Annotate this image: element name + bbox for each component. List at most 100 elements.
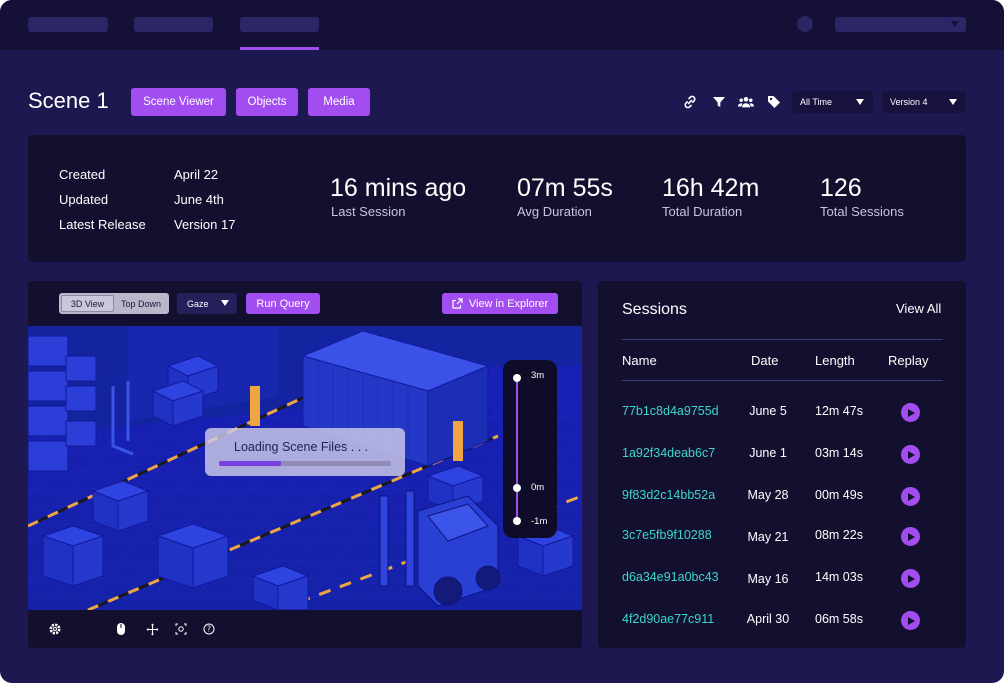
- stat-total-sessions-label: Total Sessions: [820, 204, 904, 219]
- table-row: 77b1c8d4a9755d June 5 12m 47s: [598, 403, 966, 424]
- session-id-link[interactable]: 9f83d2c14bb52a: [622, 488, 715, 502]
- stat-last-session-label: Last Session: [331, 204, 406, 219]
- mouse-icon[interactable]: [114, 622, 128, 636]
- play-icon[interactable]: [901, 527, 920, 546]
- stat-total-sessions-value: 126: [820, 174, 862, 202]
- svg-text:?: ?: [207, 625, 211, 634]
- session-length: 08m 22s: [815, 528, 863, 542]
- latest-release-value: Version 17: [174, 217, 236, 232]
- column-header-replay: Replay: [888, 353, 929, 368]
- chevron-down-icon: [221, 300, 229, 306]
- page-title: Scene 1: [28, 88, 109, 113]
- table-row: 1a92f34deab6c7 June 1 03m 14s: [598, 445, 966, 466]
- sessions-panel: Sessions View All Name Date Length Repla…: [598, 281, 966, 648]
- run-query-button[interactable]: Run Query: [246, 293, 320, 314]
- timeline-track: [516, 374, 518, 521]
- column-header-name: Name: [622, 353, 657, 368]
- view-top-down-button[interactable]: Top Down: [115, 295, 167, 312]
- timeline-handle-top[interactable]: [513, 374, 521, 382]
- viewer-toolbar: ?: [28, 610, 582, 648]
- settings-icon[interactable]: [48, 622, 62, 636]
- mode-select-value: Gaze: [187, 298, 209, 309]
- timeline-label-bottom: -1m: [531, 516, 548, 527]
- play-icon[interactable]: [901, 487, 920, 506]
- chevron-down-icon: [949, 99, 957, 105]
- version-value: Version 4: [890, 97, 928, 107]
- view-in-explorer-button[interactable]: View in Explorer: [442, 293, 558, 314]
- nav-item-1[interactable]: [28, 17, 108, 32]
- stat-avg-duration-value: 07m 55s: [517, 174, 613, 202]
- timeline-label-top: 3m: [531, 370, 545, 381]
- users-icon[interactable]: [738, 94, 754, 110]
- timeline-slider[interactable]: 3m 0m -1m: [503, 360, 557, 538]
- account-dropdown[interactable]: [835, 17, 966, 32]
- divider: [622, 380, 943, 381]
- tab-media[interactable]: Media: [308, 88, 370, 116]
- view-in-explorer-label: View in Explorer: [468, 297, 549, 310]
- link-icon[interactable]: [682, 94, 698, 110]
- external-link-icon: [452, 298, 463, 309]
- sessions-title: Sessions: [622, 301, 687, 318]
- play-icon[interactable]: [901, 445, 920, 464]
- timeline-handle-bottom[interactable]: [513, 517, 521, 525]
- table-row: 3c7e5fb9f10288 May 21 08m 22s: [598, 527, 966, 548]
- created-label: Created: [59, 167, 106, 182]
- play-icon[interactable]: [901, 403, 920, 422]
- nav-active-indicator: [240, 47, 319, 50]
- session-length: 00m 49s: [815, 488, 863, 502]
- session-id-link[interactable]: 3c7e5fb9f10288: [622, 528, 712, 542]
- tag-icon[interactable]: [766, 94, 782, 110]
- app-window: Scene 1 Scene Viewer Objects Media All T…: [0, 0, 1004, 683]
- time-range-value: All Time: [800, 97, 833, 107]
- scene-summary-panel: Created April 22 Updated June 4th Latest…: [28, 135, 966, 262]
- loading-text: Loading Scene Files . . .: [234, 440, 369, 454]
- play-icon[interactable]: [901, 569, 920, 588]
- tab-scene-viewer[interactable]: Scene Viewer: [131, 88, 226, 116]
- updated-label: Updated: [59, 192, 109, 207]
- help-icon[interactable]: ?: [202, 622, 216, 636]
- loading-overlay: Loading Scene Files . . .: [205, 428, 405, 476]
- camera-icon[interactable]: [174, 622, 188, 636]
- chevron-down-icon: [951, 21, 959, 27]
- session-id-link[interactable]: 77b1c8d4a9755d: [622, 404, 719, 418]
- tab-objects[interactable]: Objects: [236, 88, 298, 116]
- time-range-select[interactable]: All Time: [792, 91, 873, 113]
- session-date: June 5: [749, 404, 787, 418]
- updated-value: June 4th: [174, 192, 224, 207]
- nav-item-2[interactable]: [134, 17, 213, 32]
- created-value: April 22: [174, 167, 219, 182]
- view-3d-button[interactable]: 3D View: [61, 295, 114, 312]
- divider: [622, 339, 943, 340]
- table-row: d6a34e91a0bc43 May 16 14m 03s: [598, 569, 966, 590]
- table-row: 9f83d2c14bb52a May 28 00m 49s: [598, 487, 966, 508]
- stat-total-duration-value: 16h 42m: [662, 174, 760, 202]
- latest-release-label: Latest Release: [59, 217, 146, 232]
- chevron-down-icon: [856, 99, 864, 105]
- timeline-handle-current[interactable]: [513, 484, 521, 492]
- session-length: 06m 58s: [815, 612, 863, 626]
- top-nav: [0, 0, 1004, 50]
- column-header-length: Length: [815, 353, 855, 368]
- loading-progress-bar: [219, 461, 391, 466]
- timeline-label-mid: 0m: [531, 482, 545, 493]
- version-select[interactable]: Version 4: [882, 91, 966, 113]
- play-icon[interactable]: [901, 611, 920, 630]
- scene-viewer-panel: 3D View Top Down Gaze Run Query View in …: [28, 281, 582, 648]
- move-icon[interactable]: [145, 622, 159, 636]
- column-header-date: Date: [751, 353, 779, 368]
- filter-icon[interactable]: [711, 94, 727, 110]
- session-length: 14m 03s: [815, 570, 863, 584]
- session-id-link[interactable]: 4f2d90ae77c911: [622, 612, 714, 626]
- table-row: 4f2d90ae77c911 April 30 06m 58s: [598, 611, 966, 632]
- nav-item-3-active[interactable]: [240, 17, 319, 32]
- mode-select[interactable]: Gaze: [177, 293, 237, 314]
- session-length: 12m 47s: [815, 404, 863, 418]
- session-id-link[interactable]: d6a34e91a0bc43: [622, 570, 719, 584]
- avatar[interactable]: [797, 16, 813, 32]
- session-length: 03m 14s: [815, 446, 863, 460]
- stat-total-duration-label: Total Duration: [662, 204, 743, 219]
- session-date: May 28: [747, 488, 789, 502]
- view-all-link[interactable]: View All: [896, 301, 941, 316]
- stat-avg-duration-label: Avg Duration: [517, 204, 592, 219]
- session-id-link[interactable]: 1a92f34deab6c7: [622, 446, 715, 460]
